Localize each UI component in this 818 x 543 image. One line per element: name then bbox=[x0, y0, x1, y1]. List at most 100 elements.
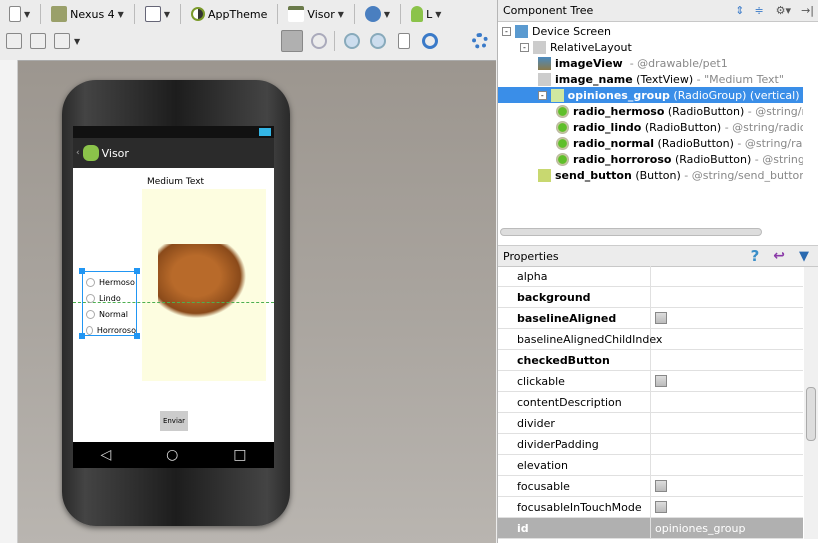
tree-item-detail: - @string/rad bbox=[747, 104, 803, 118]
collapse-toggle-icon[interactable]: - bbox=[538, 90, 547, 100]
property-row[interactable]: clickable bbox=[498, 371, 803, 392]
property-row[interactable]: divider bbox=[498, 413, 803, 434]
property-row[interactable]: checkedButton bbox=[498, 350, 803, 371]
zoom-in-icon[interactable] bbox=[344, 33, 360, 49]
property-checkbox[interactable] bbox=[655, 480, 667, 492]
tree-item-name: send_button bbox=[555, 168, 632, 182]
collapse-toggle-icon[interactable]: - bbox=[520, 42, 529, 52]
back-icon[interactable]: ◁ bbox=[100, 447, 111, 463]
recents-icon[interactable]: □ bbox=[233, 447, 246, 463]
zoom-out-icon[interactable] bbox=[370, 33, 386, 49]
tree-item-type: (RadioButton) bbox=[674, 152, 752, 166]
property-value[interactable]: opiniones_group bbox=[651, 518, 803, 538]
refresh-icon[interactable] bbox=[422, 33, 438, 49]
tree-item[interactable]: radio_hermoso (RadioButton) - @string/ra… bbox=[498, 103, 803, 119]
property-row[interactable]: id opiniones_group bbox=[498, 518, 803, 539]
preview-icon[interactable] bbox=[398, 33, 410, 49]
zoom-fit-icon[interactable] bbox=[281, 30, 303, 52]
property-value[interactable] bbox=[651, 413, 803, 433]
property-name: divider bbox=[498, 413, 651, 433]
property-value[interactable] bbox=[651, 329, 803, 349]
collapse-toggle-icon[interactable]: - bbox=[502, 26, 511, 36]
property-value[interactable] bbox=[651, 476, 803, 496]
tree-item-name: radio_lindo bbox=[573, 120, 642, 134]
properties-scrollbar[interactable] bbox=[804, 267, 818, 539]
nav-bar: ◁ ○ □ bbox=[73, 442, 274, 468]
property-row[interactable]: contentDescription bbox=[498, 392, 803, 413]
property-row[interactable]: focusableInTouchMode bbox=[498, 497, 803, 518]
property-value[interactable] bbox=[651, 371, 803, 391]
collapse-all-icon[interactable]: ≑ bbox=[754, 4, 763, 17]
layout-expand-icon[interactable] bbox=[54, 33, 70, 49]
orientation-icon bbox=[144, 6, 161, 22]
tree-item-type: (TextView) bbox=[636, 72, 694, 86]
selection-handle[interactable] bbox=[134, 333, 140, 339]
fit-width-icon[interactable] bbox=[6, 33, 22, 49]
property-value[interactable] bbox=[651, 497, 803, 517]
property-row[interactable]: background bbox=[498, 287, 803, 308]
new-device-button[interactable]: ▼ bbox=[6, 3, 33, 25]
radio-horroroso[interactable]: Horroroso bbox=[86, 322, 136, 338]
undo-icon[interactable]: ↩ bbox=[773, 248, 785, 264]
help-icon[interactable]: ? bbox=[751, 247, 760, 265]
property-row[interactable]: baselineAligned bbox=[498, 308, 803, 329]
tree-item[interactable]: send_button (Button) - @string/send_butt… bbox=[498, 167, 803, 183]
orientation-dropdown[interactable]: ▼ bbox=[142, 3, 173, 25]
tree-item[interactable]: imageView - @drawable/pet1 bbox=[498, 55, 803, 71]
theme-button[interactable]: AppTheme bbox=[188, 3, 270, 25]
activity-dropdown[interactable]: Visor ▼ bbox=[285, 3, 346, 25]
property-value[interactable] bbox=[651, 266, 803, 286]
zoom-actual-icon[interactable] bbox=[311, 33, 327, 49]
tree-item[interactable]: image_name (TextView) - "Medium Text" bbox=[498, 71, 803, 87]
tree-item[interactable]: - opiniones_group (RadioGroup) (vertical) bbox=[498, 87, 803, 103]
tree-item[interactable]: - Device Screen bbox=[498, 23, 803, 39]
new-device-icon bbox=[9, 6, 21, 22]
property-row[interactable]: baselineAlignedChildIndex bbox=[498, 329, 803, 350]
tree-item-detail: - @drawable/pet1 bbox=[629, 56, 728, 70]
tree-item[interactable]: radio_horroroso (RadioButton) - @string/… bbox=[498, 151, 803, 167]
hide-panel-icon[interactable]: →| bbox=[801, 4, 814, 17]
send-button[interactable]: Enviar bbox=[160, 411, 188, 431]
tree-horizontal-scrollbar[interactable] bbox=[500, 228, 762, 236]
device-icon bbox=[515, 24, 528, 38]
property-row[interactable]: focusable bbox=[498, 476, 803, 497]
tree-item[interactable]: - RelativeLayout bbox=[498, 39, 803, 55]
relative-layout[interactable]: Medium Text Hermoso Lindo Normal Horroro… bbox=[73, 168, 274, 442]
radio-normal[interactable]: Normal bbox=[86, 306, 136, 322]
property-checkbox[interactable] bbox=[655, 312, 667, 324]
tree-item[interactable]: radio_normal (RadioButton) - @string/rad… bbox=[498, 135, 803, 151]
api-dropdown[interactable]: L ▼ bbox=[408, 3, 444, 25]
property-value[interactable] bbox=[651, 455, 803, 475]
radio-group[interactable]: Hermoso Lindo Normal Horroroso bbox=[82, 271, 137, 336]
action-bar: ‹ Visor bbox=[73, 138, 274, 168]
expand-all-icon[interactable]: ⇕ bbox=[735, 4, 744, 17]
fit-height-icon[interactable] bbox=[30, 33, 46, 49]
selection-handle[interactable] bbox=[79, 333, 85, 339]
device-dropdown[interactable]: Nexus 4 ▼ bbox=[48, 3, 127, 25]
tree-item[interactable]: radio_lindo (RadioButton) - @string/radi… bbox=[498, 119, 803, 135]
image-view[interactable] bbox=[142, 189, 266, 381]
property-row[interactable]: dividerPadding bbox=[498, 434, 803, 455]
property-value[interactable] bbox=[651, 350, 803, 370]
selection-handle[interactable] bbox=[134, 268, 140, 274]
tree-item-name: opiniones_group bbox=[567, 88, 670, 102]
property-value[interactable] bbox=[651, 392, 803, 412]
filter-icon[interactable]: ▼ bbox=[799, 249, 809, 264]
property-row[interactable]: elevation bbox=[498, 455, 803, 476]
image-name-text[interactable]: Medium Text bbox=[147, 177, 204, 187]
property-value[interactable] bbox=[651, 287, 803, 307]
gear-icon[interactable]: ⚙▾ bbox=[776, 4, 791, 17]
settings-icon[interactable] bbox=[472, 33, 488, 49]
radio-hermoso[interactable]: Hermoso bbox=[86, 274, 136, 290]
tree-item-type: (RadioButton) bbox=[657, 136, 734, 150]
locale-dropdown[interactable]: ▼ bbox=[362, 3, 393, 25]
selection-handle[interactable] bbox=[79, 268, 85, 274]
property-checkbox[interactable] bbox=[655, 501, 667, 513]
radio-lindo[interactable]: Lindo bbox=[86, 290, 136, 306]
property-value[interactable] bbox=[651, 308, 803, 328]
home-icon[interactable]: ○ bbox=[166, 447, 178, 463]
property-value[interactable] bbox=[651, 434, 803, 454]
property-name: elevation bbox=[498, 455, 651, 475]
property-row[interactable]: alpha bbox=[498, 266, 803, 287]
property-checkbox[interactable] bbox=[655, 375, 667, 387]
